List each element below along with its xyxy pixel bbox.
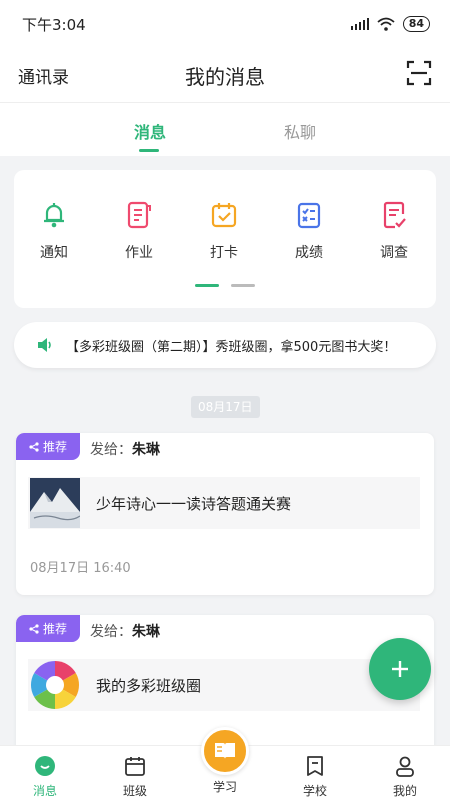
category-notice[interactable]: 通知 [24, 200, 84, 262]
scan-icon[interactable] [406, 60, 432, 86]
recipient-line: 发给：朱琳 [90, 439, 160, 459]
category-grades[interactable]: 成绩 [279, 200, 339, 262]
checkin-icon [211, 203, 237, 228]
recommend-badge: 推荐 [16, 433, 80, 460]
announcement-text: 【多彩班级圈（第二期）】秀班级圈，拿500元图书大奖！ [66, 339, 397, 355]
signal-icon [350, 18, 369, 30]
nav-study-label: 学习 [212, 780, 237, 794]
category-checkin[interactable]: 打卡 [194, 200, 254, 262]
nav-label: 学校 [302, 784, 327, 798]
battery-indicator: 84 [402, 16, 430, 32]
grades-icon [297, 202, 321, 229]
category-survey[interactable]: 调查 [364, 200, 424, 262]
app-header: 通讯录 我的消息 [0, 48, 450, 102]
status-bar: 下午3:04 84 [0, 0, 450, 48]
book-icon [215, 743, 235, 759]
compose-button[interactable] [369, 638, 431, 700]
mountain-thumbnail [30, 478, 80, 528]
category-label: 作业 [125, 245, 153, 261]
message-time: 08月17日 16:40 [30, 561, 131, 576]
nav-profile[interactable]: 我的 [375, 754, 435, 799]
survey-icon [383, 201, 406, 229]
user-icon [396, 756, 414, 777]
recipient-name: 朱琳 [132, 442, 160, 458]
date-separator: 08月17日 [191, 396, 260, 418]
message-card[interactable]: 推荐 发给：朱琳 少年诗心一一读诗答题通关赛 08月17日 16:40 [16, 433, 434, 595]
badge-label: 推荐 [42, 622, 67, 636]
recommend-badge: 推荐 [16, 615, 80, 642]
wifi-icon [377, 17, 395, 31]
message-content[interactable]: 少年诗心一一读诗答题通关赛 [28, 477, 420, 529]
tab-indicator [139, 149, 159, 152]
message-title: 少年诗心一一读诗答题通关赛 [96, 494, 292, 513]
calendar-icon [125, 757, 145, 776]
carousel-indicator [195, 284, 255, 287]
send-prefix: 发给： [90, 442, 132, 458]
aperture-logo [30, 661, 80, 709]
indicator-dot [231, 284, 255, 287]
nav-messages[interactable]: 消息 [15, 754, 75, 799]
homework-icon [127, 201, 151, 229]
share-icon [29, 623, 39, 634]
message-content[interactable]: 我的多彩班级圈 [28, 659, 420, 711]
nav-label: 班级 [122, 784, 147, 798]
nav-label: 我的 [392, 784, 417, 798]
plus-icon [392, 661, 408, 677]
status-time: 下午3:04 [22, 15, 86, 34]
category-label: 成绩 [295, 245, 323, 261]
category-panel: 通知 作业 打卡 成绩 调查 [14, 170, 436, 308]
indicator-dot-active [195, 284, 219, 287]
announcement-bar[interactable]: 【多彩班级圈（第二期）】秀班级圈，拿500元图书大奖！ [14, 322, 436, 368]
tab-private-chat[interactable]: 私聊 [284, 119, 316, 143]
nav-study[interactable] [201, 727, 249, 775]
nav-school[interactable]: 学校 [285, 754, 345, 799]
nav-label: 消息 [32, 784, 57, 798]
bookmark-icon [307, 756, 323, 776]
message-bubble-icon [35, 756, 55, 776]
category-homework[interactable]: 作业 [109, 200, 169, 262]
category-label: 调查 [380, 245, 408, 261]
badge-label: 推荐 [42, 440, 67, 454]
category-label: 通知 [40, 245, 68, 261]
send-prefix: 发给： [90, 624, 132, 640]
share-icon [29, 441, 39, 452]
bell-icon [44, 203, 64, 228]
page-title: 我的消息 [185, 64, 265, 89]
recipient-name: 朱琳 [132, 624, 160, 640]
recipient-line: 发给：朱琳 [90, 621, 160, 641]
nav-class[interactable]: 班级 [105, 754, 165, 799]
message-title: 我的多彩班级圈 [96, 676, 202, 695]
tab-messages[interactable]: 消息 [134, 119, 166, 143]
category-label: 打卡 [210, 245, 238, 261]
status-icons: 84 [350, 16, 430, 32]
message-tabs: 消息 私聊 [0, 102, 450, 156]
contacts-link[interactable]: 通讯录 [18, 63, 69, 88]
speaker-icon [38, 338, 51, 352]
